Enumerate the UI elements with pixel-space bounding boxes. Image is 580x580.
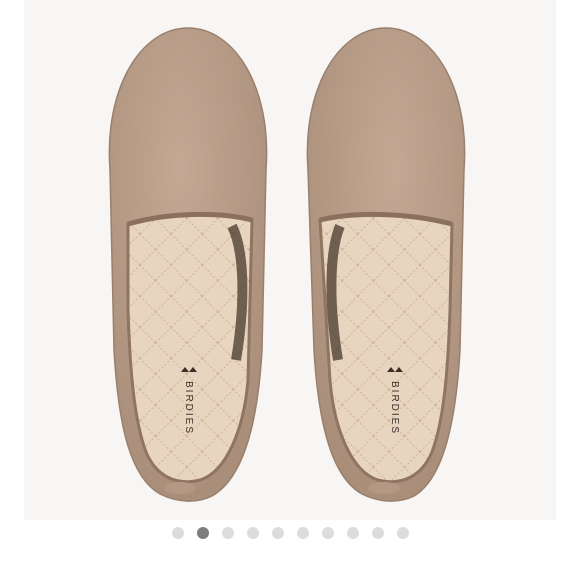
carousel-dot[interactable]	[271, 527, 284, 539]
left-shoe: BIRDIES	[108, 27, 268, 502]
carousel-dot[interactable]	[346, 527, 359, 539]
carousel-dot[interactable]	[296, 527, 309, 539]
brand-text-left: BIRDIES	[183, 381, 194, 435]
right-shoe: BIRDIES	[306, 27, 466, 502]
carousel-dot[interactable]	[221, 527, 234, 539]
carousel-dot[interactable]	[171, 527, 184, 539]
carousel-dot[interactable]	[246, 527, 259, 539]
carousel-dot[interactable]	[196, 527, 209, 539]
product-photo[interactable]: BIRDIES BIRDIES	[0, 0, 580, 520]
brand-text-right: BIRDIES	[389, 381, 400, 435]
carousel-dot[interactable]	[371, 527, 384, 539]
product-image-gallery: BIRDIES BIRDIES	[0, 0, 580, 580]
insole-brand-label: BIRDIES	[389, 381, 400, 435]
carousel-dot[interactable]	[396, 527, 409, 539]
insole-brand-label: BIRDIES	[183, 381, 194, 435]
carousel-dot[interactable]	[321, 527, 334, 539]
carousel-pagination	[0, 526, 580, 540]
